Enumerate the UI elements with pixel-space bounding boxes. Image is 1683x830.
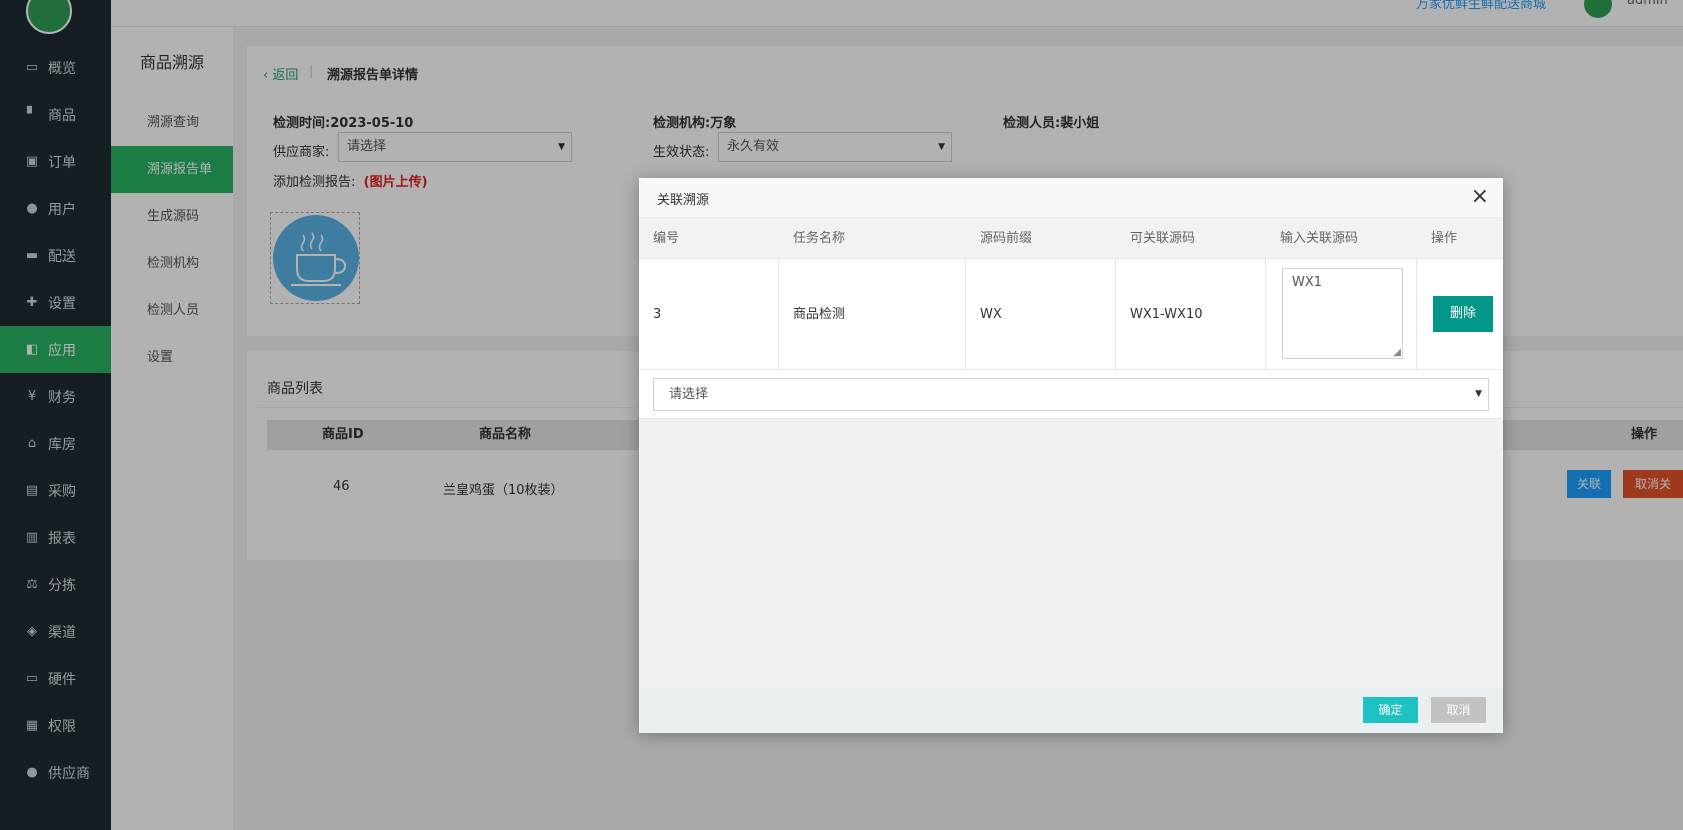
caret-down-icon: ▼ bbox=[1475, 389, 1482, 399]
resize-grip-icon[interactable]: ◢ bbox=[1393, 347, 1401, 358]
cell-task-name: 商品检测 bbox=[779, 259, 966, 370]
column-header-code-prefix: 源码前缀 bbox=[980, 231, 1033, 246]
link-code-textarea[interactable]: WX1 ◢ bbox=[1282, 268, 1403, 359]
cell-code-prefix: WX bbox=[966, 259, 1116, 370]
trace-select-value: 请选择 bbox=[669, 387, 709, 402]
dialog-footer: 确定 取消 bbox=[639, 688, 1503, 733]
dialog-title: 关联溯源 bbox=[657, 193, 710, 208]
column-header-task-name: 任务名称 bbox=[793, 231, 846, 246]
column-header-action: 操作 bbox=[1431, 231, 1458, 246]
link-trace-dialog: 关联溯源 × 编号 任务名称 源码前缀 可关联源码 输入关联源码 操作 3 商品… bbox=[639, 178, 1503, 733]
dialog-body-empty-area bbox=[639, 418, 1503, 688]
trace-select[interactable]: 请选择 ▼ bbox=[653, 378, 1489, 411]
link-code-value: WX1 bbox=[1292, 275, 1323, 290]
column-header-no: 编号 bbox=[653, 231, 680, 246]
dialog-table-header: 编号 任务名称 源码前缀 可关联源码 输入关联源码 操作 bbox=[639, 218, 1503, 259]
confirm-button[interactable]: 确定 bbox=[1363, 697, 1418, 723]
app-root: ▭ 概览 ▘ 商品 ▣ 订单 ● 用户 ▬ 配送 ✚ 设置 ◧ 应用 ¥ 财务 ⌂ 库房 ▤ 采购 … bbox=[0, 0, 1683, 830]
delete-button[interactable]: 删除 bbox=[1433, 296, 1493, 332]
table-row: 3 商品检测 WX WX1-WX10 WX1 ◢ 删除 bbox=[639, 259, 1503, 370]
close-icon[interactable]: × bbox=[1471, 184, 1489, 210]
dialog-header: 关联溯源 × bbox=[639, 178, 1503, 218]
cell-available-codes: WX1-WX10 bbox=[1116, 259, 1266, 370]
cell-no: 3 bbox=[639, 259, 779, 370]
column-header-input-codes: 输入关联源码 bbox=[1280, 231, 1359, 246]
cancel-button[interactable]: 取消 bbox=[1431, 697, 1486, 723]
column-header-available-codes: 可关联源码 bbox=[1130, 231, 1196, 246]
